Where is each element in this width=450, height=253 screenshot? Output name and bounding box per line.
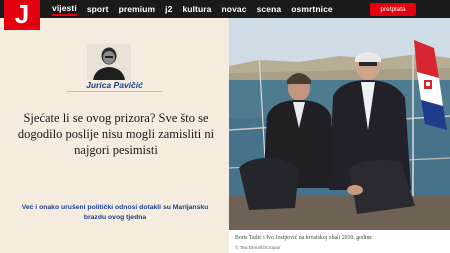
- nav-kultura[interactable]: kultura: [182, 4, 211, 14]
- nav-scena[interactable]: scena: [257, 4, 282, 14]
- nav-novac[interactable]: novac: [222, 4, 247, 14]
- author-portrait: [87, 44, 131, 80]
- subscribe-button[interactable]: pretplata: [370, 3, 416, 16]
- article-headline: Sjećate li se ovog prizora? Sve što se d…: [17, 111, 215, 157]
- author-name[interactable]: Jurica Pavičić: [0, 80, 229, 90]
- nav-premium[interactable]: premium: [119, 4, 156, 14]
- article-lead: Već i onako urušeni politički odnosi dot…: [21, 204, 209, 221]
- photo-credit: © Tea Dimašć/cropix/: [235, 246, 281, 251]
- top-navigation-bar: vijesti sport premium j2 kultura novac s…: [0, 0, 450, 18]
- main-nav: vijesti sport premium j2 kultura novac s…: [52, 0, 343, 18]
- author-portrait-image: [93, 47, 125, 80]
- nav-j2[interactable]: j2: [165, 4, 172, 14]
- author-divider: [66, 91, 162, 92]
- article-photo: [229, 18, 450, 230]
- site-logo[interactable]: J: [4, 0, 40, 30]
- nav-sport[interactable]: sport: [87, 4, 109, 14]
- nav-vijesti[interactable]: vijesti: [52, 3, 77, 16]
- photo-caption: Boris Tadić i Ivo Josipović na hrvatskoj…: [235, 235, 372, 241]
- article-header-panel: Jurica Pavičić Sjećate li se ovog prizor…: [0, 18, 229, 253]
- article-photo-image: [229, 18, 450, 230]
- nav-osmrtnice[interactable]: osmrtnice: [291, 4, 333, 14]
